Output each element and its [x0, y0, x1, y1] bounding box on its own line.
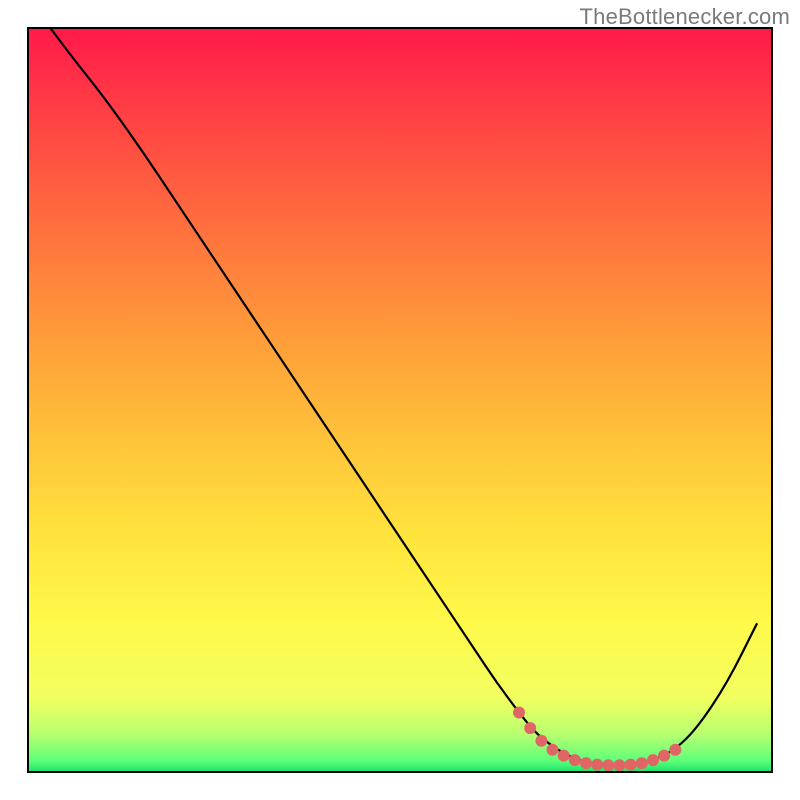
- optimal-marker: [580, 757, 592, 769]
- attribution-label: TheBottlenecker.com: [580, 4, 790, 30]
- optimal-marker: [669, 744, 681, 756]
- optimal-marker: [636, 757, 648, 769]
- optimal-marker: [513, 707, 525, 719]
- optimal-marker: [625, 759, 637, 771]
- optimal-marker: [602, 759, 614, 771]
- optimal-marker: [547, 744, 559, 756]
- optimal-marker: [658, 750, 670, 762]
- optimal-marker: [647, 754, 659, 766]
- optimal-marker: [524, 722, 536, 734]
- chart-container: TheBottlenecker.com: [0, 0, 800, 800]
- optimal-marker: [558, 750, 570, 762]
- plot-background: [28, 28, 772, 772]
- optimal-marker: [535, 735, 547, 747]
- bottleneck-chart: [0, 0, 800, 800]
- optimal-marker: [591, 759, 603, 771]
- optimal-marker: [569, 754, 581, 766]
- optimal-marker: [614, 759, 626, 771]
